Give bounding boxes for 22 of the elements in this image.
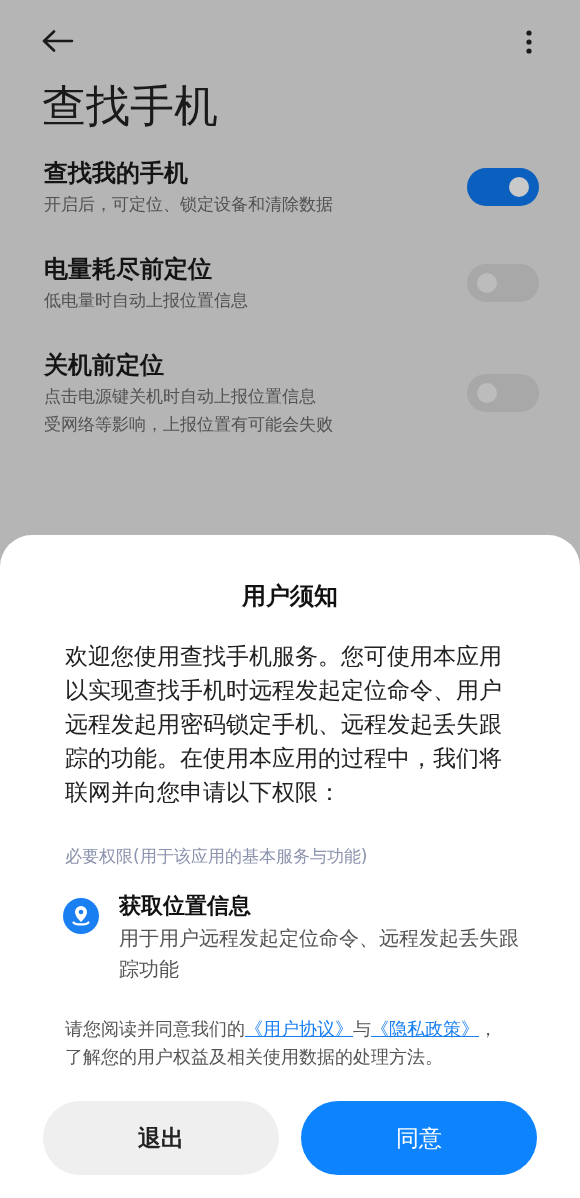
consent-paragraph: 请您阅读并同意我们的《用户协议》与《隐私政策》，了解您的用户权益及相关使用数据的处理方法。: [65, 1017, 498, 1069]
intro-paragraph: 欢迎您使用查找手机服务。您可使用本应用以实现查找手机时远程发起定位命令、用户远程发起用密码锁定手机、远程发起丢失跟踪的功能。在使用本应用的过程中，我们将联网并向您申请以下权限：: [65, 642, 503, 807]
setting-description: 点击电源键关机时自动上报位置信息: [44, 385, 317, 408]
section-label: 必要权限(用于该应用的基本服务与功能): [65, 845, 369, 868]
agree-button[interactable]: 同意: [301, 1101, 537, 1175]
more-options-icon[interactable]: [526, 30, 532, 54]
permission-title: 获取位置信息: [119, 892, 252, 920]
setting-description: 受网络等影响，上报位置有可能会失败: [44, 413, 333, 436]
location-pin-icon: [63, 898, 99, 934]
page-title: 查找手机: [42, 79, 219, 133]
setting-title: 查找我的手机: [44, 158, 189, 189]
policy-link[interactable]: 《用户协议》: [245, 1018, 353, 1039]
policy-link[interactable]: 《隐私政策》: [371, 1018, 479, 1039]
exit-button[interactable]: 退出: [43, 1101, 279, 1175]
back-arrow-icon[interactable]: [42, 30, 74, 52]
toggle-switch[interactable]: [467, 168, 539, 206]
permission-description: 用于用户远程发起定位命令、远程发起丢失跟踪功能: [119, 925, 519, 983]
dialog-title: 用户须知: [241, 581, 339, 612]
setting-description: 开启后，可定位、锁定设备和清除数据: [44, 193, 333, 216]
setting-title: 关机前定位: [44, 350, 165, 381]
setting-description: 低电量时自动上报位置信息: [44, 289, 248, 312]
setting-title: 电量耗尽前定位: [44, 254, 213, 285]
